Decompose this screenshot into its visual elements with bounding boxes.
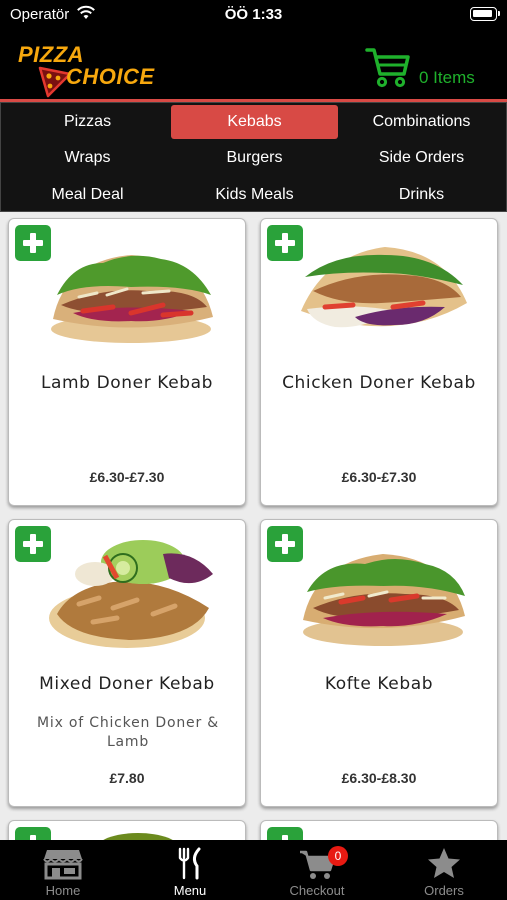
pizza-choice-logo[interactable]: PIZZA CHOICE (18, 42, 158, 98)
tab-home-label: Home (45, 883, 81, 898)
product-name: Kofte Kebab (324, 674, 434, 694)
product-list: Lamb Doner Kebab £6.30-£7.30 Chicken Don… (0, 212, 507, 840)
cart-item-count: 0 Items (419, 68, 475, 87)
tab-checkout-label: Checkout (289, 883, 345, 898)
tab-home[interactable]: Home (0, 840, 126, 900)
product-price: £6.30-£7.30 (341, 469, 417, 485)
product-name: Lamb Doner Kebab (40, 373, 214, 393)
tab-menu[interactable]: Menu (127, 840, 253, 900)
add-to-cart-button[interactable] (267, 827, 303, 840)
tab-checkout[interactable]: 0 Checkout (254, 840, 380, 900)
category-burgers[interactable]: Burgers (171, 141, 338, 175)
category-meal-deal[interactable]: Meal Deal (6, 178, 169, 212)
category-combinations[interactable]: Combinations (339, 105, 504, 139)
app-header: PIZZA CHOICE 0 Items (0, 30, 507, 102)
chicken-doner-image (301, 247, 467, 328)
product-price: £6.30-£8.30 (341, 770, 417, 786)
shopping-cart-icon (365, 48, 410, 88)
category-drinks[interactable]: Drinks (339, 178, 504, 212)
category-pizzas[interactable]: Pizzas (6, 105, 169, 139)
product-image-partial (103, 833, 173, 840)
mixed-doner-image (49, 540, 213, 648)
battery-icon (470, 7, 500, 21)
product-card-partial-left[interactable] (8, 820, 246, 840)
product-name: Chicken Doner Kebab (282, 373, 476, 393)
cart-icon (300, 850, 336, 879)
category-kebabs[interactable]: Kebabs (171, 105, 338, 139)
product-card-mixed-doner[interactable]: Mixed Doner Kebab Mix of Chicken Doner &… (8, 519, 246, 807)
product-name: Mixed Doner Kebab (39, 674, 215, 694)
tab-menu-label: Menu (173, 883, 207, 898)
clock: ÖÖ 1:33 (224, 6, 283, 23)
add-to-cart-button[interactable] (15, 827, 51, 840)
product-card-partial-right[interactable] (260, 820, 498, 840)
lamb-doner-image (51, 255, 213, 343)
kofte-kebab-image (303, 554, 465, 646)
product-description: Mix of Chicken Doner & Lamb (37, 715, 219, 750)
product-card-kofte-kebab[interactable]: Kofte Kebab £6.30-£8.30 (260, 519, 498, 807)
category-selector: Pizzas Kebabs Combinations Wraps Burgers… (0, 102, 507, 212)
product-card-chicken-doner[interactable]: Chicken Doner Kebab £6.30-£7.30 (260, 218, 498, 506)
tab-orders-label: Orders (424, 883, 464, 898)
star-icon (428, 848, 460, 878)
product-price: £7.80 (109, 770, 145, 786)
checkout-count-badge: 0 (328, 846, 348, 866)
product-card-lamb-doner[interactable]: Lamb Doner Kebab £6.30-£7.30 (8, 218, 246, 506)
product-price: £6.30-£7.30 (89, 469, 165, 485)
bottom-tab-bar: Home Menu 0 Checkout Orders (0, 840, 507, 900)
fork-knife-icon (178, 847, 201, 880)
category-wraps[interactable]: Wraps (6, 141, 169, 175)
category-kids-meals[interactable]: Kids Meals (171, 178, 338, 212)
cart-summary[interactable]: 0 Items (365, 44, 495, 88)
category-side-orders[interactable]: Side Orders (339, 141, 504, 175)
status-bar: Operatör ÖÖ 1:33 (0, 0, 507, 30)
logo-text-choice: CHOICE (66, 64, 155, 89)
store-icon (43, 850, 83, 880)
tab-orders[interactable]: Orders (381, 840, 507, 900)
